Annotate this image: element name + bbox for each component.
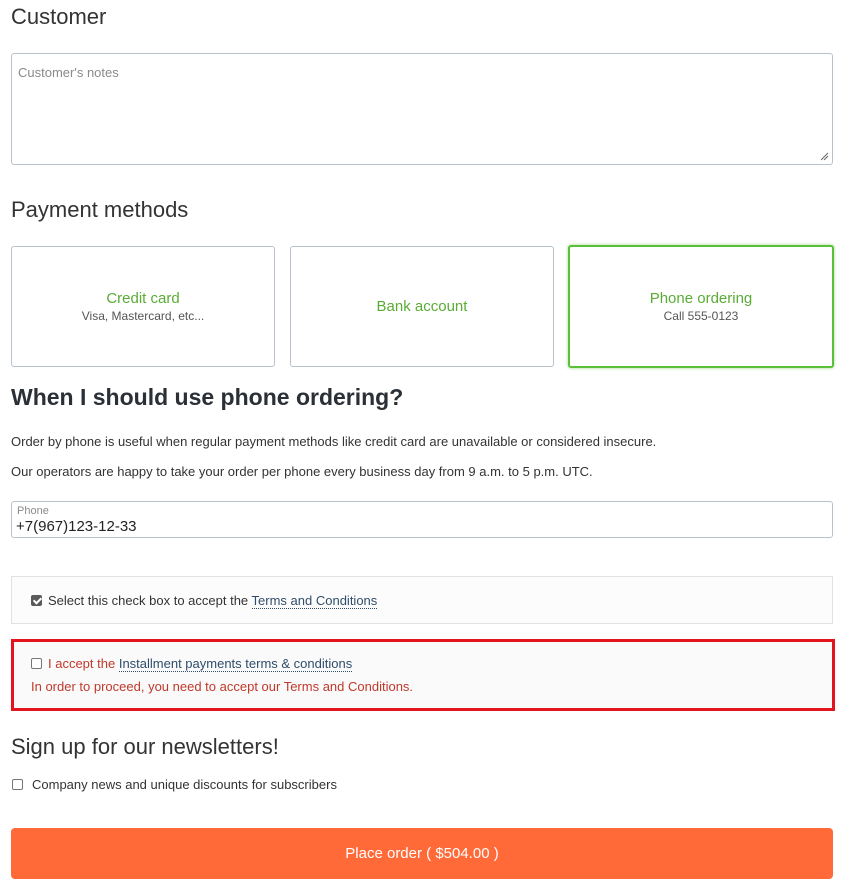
payment-option-name: Credit card xyxy=(106,290,180,307)
payment-option-credit-card[interactable]: Credit card Visa, Mastercard, etc... xyxy=(11,246,275,367)
customer-notes-textarea[interactable]: Customer's notes xyxy=(11,53,833,165)
installment-terms-link[interactable]: Installment payments terms & conditions xyxy=(118,656,353,672)
terms-label: Select this check box to accept the Term… xyxy=(48,593,378,609)
phone-input-label: Phone xyxy=(17,505,49,517)
payment-option-name: Bank account xyxy=(376,298,468,315)
installment-terms-label: I accept the Installment payments terms … xyxy=(48,656,353,672)
phone-input[interactable]: Phone +7(967)123-12-33 xyxy=(11,501,833,538)
installment-terms-checkbox[interactable] xyxy=(31,658,42,669)
customer-notes-placeholder: Customer's notes xyxy=(18,65,119,80)
payment-option-description: Call 555-0123 xyxy=(663,309,739,323)
terms-link[interactable]: Terms and Conditions xyxy=(251,593,378,609)
phone-ordering-info-2: Our operators are happy to take your ord… xyxy=(11,464,593,479)
installment-terms-error-box: I accept the Installment payments terms … xyxy=(11,639,835,711)
payment-option-name: Phone ordering xyxy=(649,290,753,307)
phone-ordering-heading: When I should use phone ordering? xyxy=(11,384,404,410)
terms-checkbox-row: Select this check box to accept the Term… xyxy=(11,576,833,624)
newsletter-checkbox[interactable] xyxy=(12,779,23,790)
newsletter-option-label: Company news and unique discounts for su… xyxy=(32,777,337,792)
payment-methods-title: Payment methods xyxy=(11,197,189,222)
payment-option-bank-account[interactable]: Bank account xyxy=(290,246,554,367)
newsletter-title: Sign up for our newsletters! xyxy=(11,734,279,759)
resize-handle-icon[interactable] xyxy=(820,152,829,161)
phone-ordering-info-1: Order by phone is useful when regular pa… xyxy=(11,434,657,449)
place-order-button[interactable]: Place order ( $504.00 ) xyxy=(11,828,833,879)
terms-label-text: Select this check box to accept the xyxy=(48,593,252,608)
installment-terms-label-text: I accept the xyxy=(48,656,119,671)
installment-error-message: In order to proceed, you need to accept … xyxy=(31,679,414,694)
terms-checkbox[interactable] xyxy=(31,595,42,606)
payment-option-phone-ordering[interactable]: Phone ordering Call 555-0123 xyxy=(568,245,834,368)
phone-input-value[interactable]: +7(967)123-12-33 xyxy=(16,518,137,535)
customer-section-title: Customer xyxy=(11,4,107,29)
payment-option-description: Visa, Mastercard, etc... xyxy=(81,309,205,323)
